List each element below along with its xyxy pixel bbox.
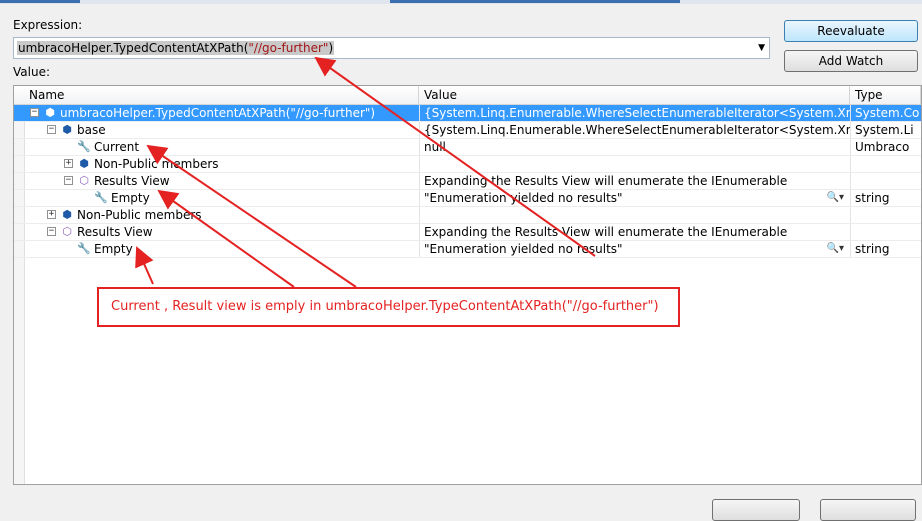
collapse-icon[interactable]: − (47, 125, 56, 134)
collapse-icon[interactable]: − (64, 176, 73, 185)
grid-row[interactable]: − ⬢ umbracoHelper.TypedContentAtXPath("//g… (14, 105, 921, 122)
row-value: "Enumeration yielded no results" (424, 191, 623, 205)
row-name: base (77, 123, 106, 137)
value-cell: {System.Linq.Enumerable.WhereSelectEnume… (419, 105, 850, 121)
type-cell: string (850, 241, 921, 257)
expression-string: "//go-further" (248, 41, 329, 55)
column-header-name[interactable]: Name (24, 86, 419, 104)
type-cell (850, 207, 921, 223)
value-cell: "Enumeration yielded no results" 🔍▾ (419, 190, 850, 206)
row-name: umbracoHelper.TypedContentAtXPath("//go-… (60, 106, 376, 120)
row-name: Results View (94, 174, 170, 188)
grid-row[interactable]: − ⬢ base {System.Linq.Enumerable.WhereSelec… (14, 122, 921, 139)
row-name: Non-Public members (94, 157, 219, 171)
reevaluate-button[interactable]: Reevaluate (784, 20, 918, 42)
value-cell: Expanding the Results View will enumerat… (419, 173, 850, 189)
expression-combobox[interactable]: umbracoHelper.TypedContentAtXPath("//go-… (13, 37, 770, 59)
type-cell (850, 156, 921, 172)
results-view-icon: ⬡ (79, 174, 89, 187)
expand-icon[interactable]: + (64, 159, 73, 168)
grid-row[interactable]: 🔧 Empty "Enumeration yielded no results" 🔍▾… (14, 241, 921, 258)
collapse-icon[interactable]: − (30, 108, 39, 117)
name-cell: 🔧 Empty (14, 241, 419, 257)
name-cell: − ⬢ base (14, 122, 419, 138)
value-label: Value: (13, 65, 50, 79)
value-grid: Name Value Type − ⬢ umbracoHelper.TypedCon… (13, 85, 922, 485)
row-name: Results View (77, 225, 153, 239)
grid-row[interactable]: + ⬢ Non-Public members (14, 207, 921, 224)
expression-text[interactable]: umbracoHelper.TypedContentAtXPath("//go-… (17, 41, 335, 55)
cube-icon: ⬢ (45, 106, 55, 119)
column-header-value[interactable]: Value (419, 86, 850, 104)
name-cell: − ⬡ Results View (14, 173, 419, 189)
expression-suffix: ) (328, 41, 334, 55)
grid-row[interactable]: 🔧 Current null Umbraco (14, 139, 921, 156)
row-value: "Enumeration yielded no results" (424, 242, 623, 256)
value-cell: Expanding the Results View will enumerat… (419, 224, 850, 240)
expand-icon[interactable]: + (47, 210, 56, 219)
grid-row[interactable]: − ⬡ Results View Expanding the Results View… (14, 224, 921, 241)
wrench-icon: 🔧 (77, 140, 91, 153)
type-cell (850, 224, 921, 240)
grid-row[interactable]: − ⬡ Results View Expanding the Results View… (14, 173, 921, 190)
row-value: Expanding the Results View will enumerat… (424, 225, 788, 239)
expression-label: Expression: (13, 18, 83, 32)
name-cell: + ⬢ Non-Public members (14, 156, 419, 172)
row-value: {System.Linq.Enumerable.WhereSelectEnume… (424, 106, 850, 120)
name-cell: + ⬢ Non-Public members (14, 207, 419, 223)
type-cell (850, 173, 921, 189)
value-cell (419, 207, 850, 223)
value-cell: null (419, 139, 850, 155)
wrench-icon: 🔧 (77, 242, 91, 255)
grid-row[interactable]: + ⬢ Non-Public members (14, 156, 921, 173)
close-button[interactable] (712, 499, 800, 521)
row-value: {System.Linq.Enumerable.WhereSelectEnume… (424, 123, 850, 137)
add-watch-button[interactable]: Add Watch (784, 50, 918, 72)
grid-header: Name Value Type (14, 86, 921, 105)
row-value: null (424, 140, 446, 154)
annotation-callout: Current , Result view is emply in umbrac… (97, 287, 680, 327)
value-cell (419, 156, 850, 172)
row-value: Expanding the Results View will enumerat… (424, 174, 788, 188)
row-name: Current (94, 140, 140, 154)
visualizer-magnifier-icon[interactable]: 🔍▾ (827, 241, 844, 257)
column-header-type[interactable]: Type (850, 86, 921, 104)
title-bar-segment (0, 0, 80, 3)
name-cell: − ⬡ Results View (14, 224, 419, 240)
type-cell: string (850, 190, 921, 206)
help-button[interactable] (820, 499, 916, 521)
title-bar-segment (390, 0, 680, 3)
wrench-icon: 🔧 (94, 191, 108, 204)
type-cell: Umbraco (850, 139, 921, 155)
value-cell: {System.Linq.Enumerable.WhereSelectEnume… (419, 122, 850, 138)
cube-icon: ⬢ (79, 157, 89, 170)
dropdown-arrow-icon[interactable]: ▼ (758, 43, 765, 53)
visualizer-magnifier-icon[interactable]: 🔍▾ (827, 190, 844, 206)
row-name: Empty (94, 242, 133, 256)
name-cell: − ⬢ umbracoHelper.TypedContentAtXPath("//g… (14, 105, 419, 121)
row-name: Non-Public members (77, 208, 202, 222)
row-name: Empty (111, 191, 150, 205)
type-cell: System.Co (850, 105, 921, 121)
cube-icon: ⬢ (62, 208, 72, 221)
collapse-icon[interactable]: − (47, 227, 56, 236)
results-view-icon: ⬡ (62, 225, 72, 238)
expression-prefix: umbracoHelper.TypedContentAtXPath( (18, 41, 249, 55)
value-cell: "Enumeration yielded no results" 🔍▾ (419, 241, 850, 257)
name-cell: 🔧 Current (14, 139, 419, 155)
name-cell: 🔧 Empty (14, 190, 419, 206)
type-cell: System.Li (850, 122, 921, 138)
cube-icon: ⬢ (62, 123, 72, 136)
top-window-strip (0, 0, 922, 4)
grid-row[interactable]: 🔧 Empty "Enumeration yielded no results" 🔍▾… (14, 190, 921, 207)
